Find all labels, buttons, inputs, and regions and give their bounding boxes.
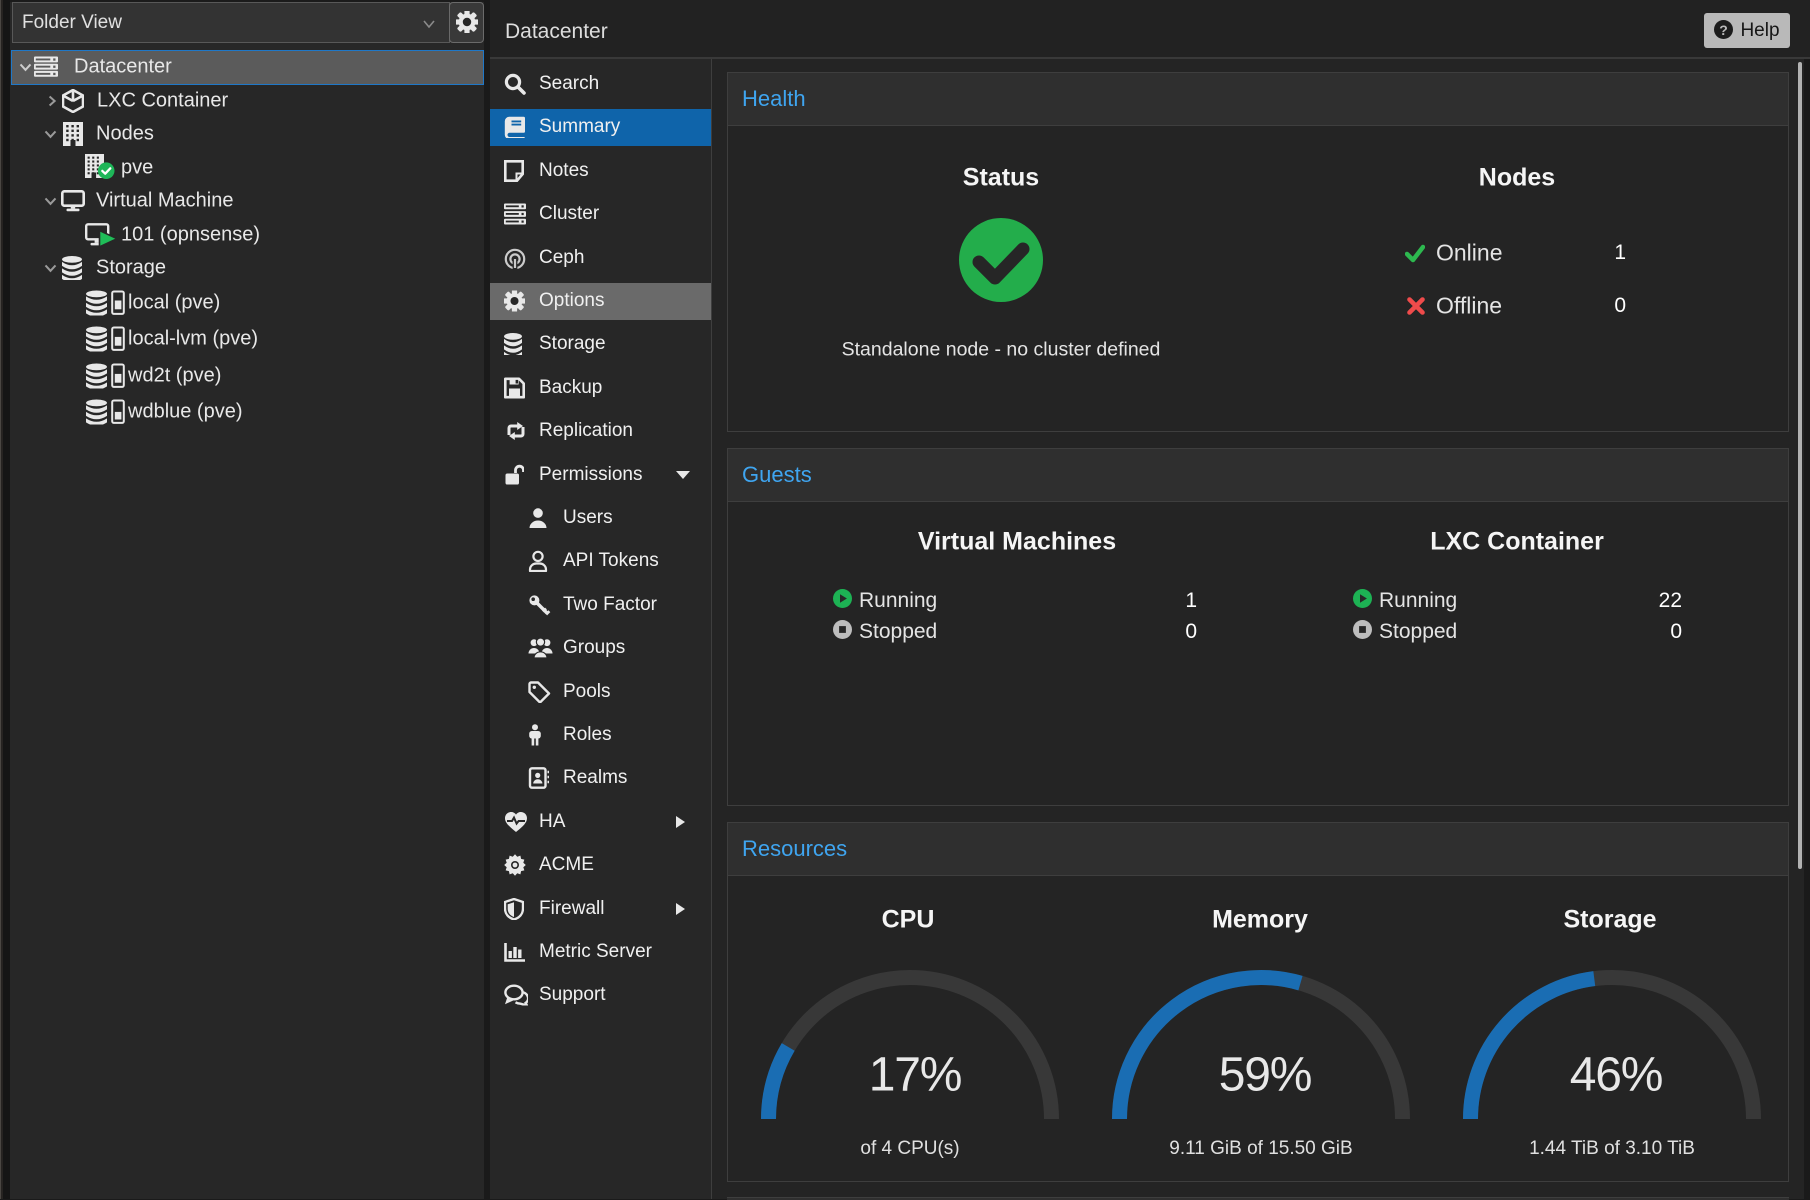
svg-text:?: ? <box>1720 22 1729 38</box>
